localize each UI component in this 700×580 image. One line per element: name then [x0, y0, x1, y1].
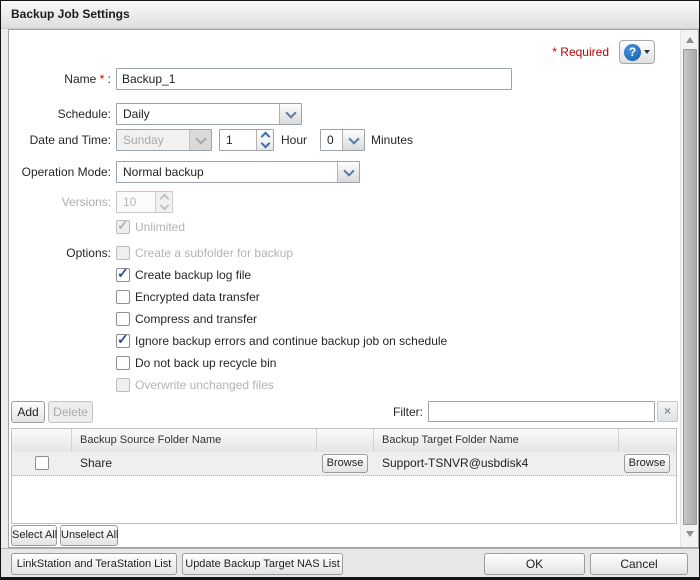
required-note: * Required [9, 41, 609, 63]
table-header: Backup Source Folder Name Backup Target … [12, 429, 676, 453]
check-icon: ✓ [117, 331, 129, 348]
name-required-asterisk: * [100, 72, 105, 86]
filter-input[interactable] [428, 401, 655, 422]
row-target-folder: Support-TSNVR@usbdisk4 [374, 452, 619, 475]
check-icon: ✓ [117, 265, 129, 282]
required-label: Required [560, 45, 609, 59]
schedule-select[interactable]: Daily [116, 103, 302, 125]
header-target-browse-column [619, 429, 676, 452]
chevron-down-icon[interactable] [260, 139, 270, 149]
browse-target-button[interactable]: Browse [624, 454, 670, 473]
operation-mode-label: Operation Mode: [9, 161, 111, 183]
hour-label: Hour [281, 129, 307, 151]
backup-job-settings-dialog: Backup Job Settings * Required ? Name * … [0, 0, 700, 580]
operation-mode-value: Normal backup [123, 162, 204, 182]
versions-value: 10 [123, 192, 136, 212]
add-button[interactable]: Add [11, 401, 45, 423]
checkbox-no-recycle-bin[interactable]: ✓ [116, 356, 130, 370]
label-no-recycle-bin: Do not back up recycle bin [135, 356, 276, 371]
cancel-button[interactable]: Cancel [590, 553, 688, 575]
filter-label: Filter: [393, 401, 423, 423]
date-time-label: Date and Time: [9, 129, 111, 151]
help-button[interactable]: ? [619, 40, 655, 64]
schedule-label: Schedule: [9, 103, 111, 125]
chevron-down-icon [159, 201, 169, 211]
scrollbar-thumb[interactable] [683, 49, 697, 525]
unlimited-label: Unlimited [135, 220, 185, 235]
help-icon: ? [624, 44, 641, 61]
hour-value: 1 [226, 130, 233, 150]
check-icon: ✓ [117, 217, 129, 234]
label-compress-transfer: Compress and transfer [135, 312, 257, 327]
checkbox-create-subfolder: ✓ [116, 246, 130, 260]
checkbox-ignore-errors[interactable]: ✓ [116, 334, 130, 348]
spinner-arrows-icon[interactable] [256, 130, 273, 150]
spinner-arrows-icon [155, 192, 172, 212]
chevron-down-icon[interactable] [337, 162, 359, 182]
chevron-down-icon [644, 50, 650, 54]
chevron-down-icon[interactable] [342, 130, 364, 150]
update-backup-target-nas-list-button[interactable]: Update Backup Target NAS List [182, 553, 343, 575]
label-overwrite-unchanged: Overwrite unchanged files [135, 378, 274, 393]
label-create-backup-log: Create backup log file [135, 268, 251, 283]
dialog-titlebar: Backup Job Settings [1, 1, 699, 29]
day-select: Sunday [116, 129, 212, 151]
operation-mode-select[interactable]: Normal backup [116, 161, 360, 183]
select-all-button[interactable]: Select All [11, 525, 57, 546]
content-panel: * Required ? Name * : Schedule: Daily Da… [8, 29, 699, 548]
scroll-up-icon[interactable] [681, 32, 698, 47]
name-input[interactable] [116, 68, 512, 90]
unselect-all-button[interactable]: Unselect All [60, 525, 118, 546]
label-create-subfolder: Create a subfolder for backup [135, 246, 293, 261]
versions-label: Versions: [9, 191, 111, 213]
browse-source-button[interactable]: Browse [322, 454, 368, 473]
linkstation-terastation-list-button[interactable]: LinkStation and TeraStation List [11, 553, 177, 575]
row-checkbox[interactable]: ✓ [35, 456, 49, 470]
label-ignore-errors: Ignore backup errors and continue backup… [135, 334, 447, 349]
checkbox-encrypted-transfer[interactable]: ✓ [116, 290, 130, 304]
label-encrypted-transfer: Encrypted data transfer [135, 290, 260, 305]
header-target-folder: Backup Target Folder Name [374, 429, 619, 452]
backup-folders-table: Backup Source Folder Name Backup Target … [11, 428, 677, 524]
options-label: Options: [9, 242, 111, 264]
header-source-browse-column [317, 429, 374, 452]
header-source-folder: Backup Source Folder Name [72, 429, 317, 452]
scroll-down-icon[interactable] [681, 526, 698, 541]
unlimited-checkbox: ✓ [116, 220, 130, 234]
clear-filter-icon[interactable]: × [657, 401, 678, 422]
checkbox-create-backup-log[interactable]: ✓ [116, 268, 130, 282]
ok-button[interactable]: OK [484, 553, 585, 575]
checkbox-overwrite-unchanged: ✓ [116, 378, 130, 392]
name-label: Name * : [9, 68, 111, 90]
minutes-label: Minutes [371, 129, 413, 151]
table-row: ✓ Share Browse Support-TSNVR@usbdisk4 Br… [12, 452, 676, 476]
header-checkbox-column [12, 429, 72, 452]
chevron-down-icon [189, 130, 211, 150]
dialog-title: Backup Job Settings [11, 1, 130, 28]
minutes-select[interactable]: 0 [320, 129, 365, 151]
row-source-folder: Share [72, 452, 317, 475]
versions-spinner: 10 [116, 191, 173, 213]
required-asterisk: * [552, 45, 557, 59]
minutes-value: 0 [327, 130, 334, 150]
checkbox-compress-transfer[interactable]: ✓ [116, 312, 130, 326]
chevron-down-icon[interactable] [279, 104, 301, 124]
hour-spinner[interactable]: 1 [219, 129, 274, 151]
delete-button: Delete [48, 401, 93, 423]
day-value: Sunday [123, 130, 164, 150]
schedule-value: Daily [123, 104, 150, 124]
dialog-footer: LinkStation and TeraStation List Update … [1, 548, 699, 579]
vertical-scrollbar [680, 30, 698, 547]
